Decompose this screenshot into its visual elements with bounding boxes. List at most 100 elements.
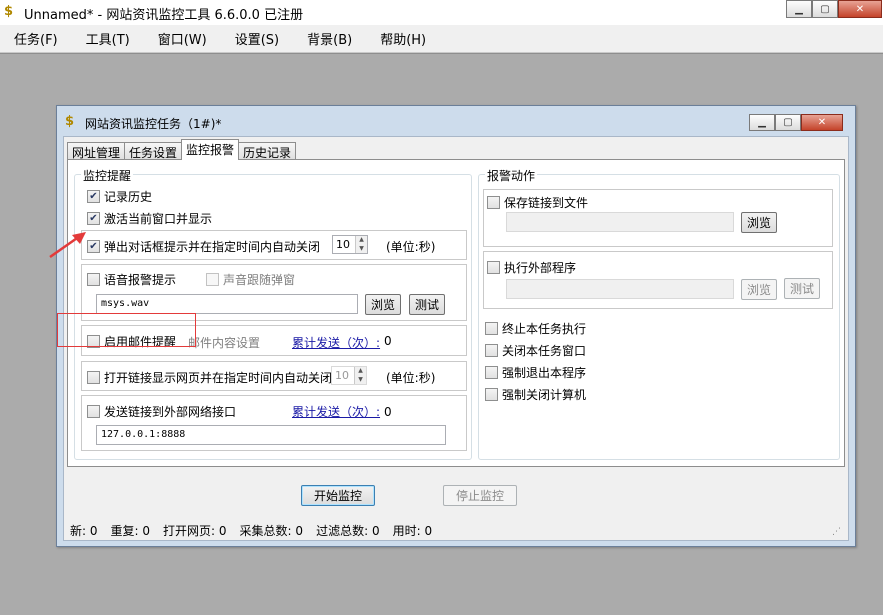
- minimize-icon[interactable]: ▁: [749, 114, 775, 131]
- chevron-up-icon[interactable]: ▲: [355, 367, 366, 376]
- browse-save-path-button[interactable]: 浏览: [741, 212, 777, 233]
- checkbox[interactable]: [87, 273, 100, 286]
- menu-settings[interactable]: 设置(S): [231, 27, 283, 50]
- option-label: 强制关闭计算机: [502, 388, 587, 402]
- test-sound-button[interactable]: 测试: [409, 294, 445, 315]
- checkbox[interactable]: [485, 388, 498, 401]
- checkbox[interactable]: ✔: [87, 212, 100, 225]
- option-label: 关闭本任务窗口: [502, 344, 587, 358]
- save-link-option[interactable]: 保存链接到文件: [487, 194, 588, 211]
- popup-panel: ✔ 弹出对话框提示并在指定时间内自动关闭 10 ▲ ▼ (单位:秒): [81, 230, 467, 260]
- chevron-down-icon[interactable]: ▼: [356, 244, 367, 253]
- voice-alarm-option[interactable]: 语音报警提示: [87, 271, 176, 288]
- option-label: 打开链接显示网页并在指定时间内自动关闭: [104, 371, 333, 385]
- tab-monitor-alarm[interactable]: 监控报警: [181, 139, 240, 160]
- exit-program-option[interactable]: 强制退出本程序: [485, 364, 586, 381]
- close-icon[interactable]: ✕: [801, 114, 843, 131]
- menu-help[interactable]: 帮助(H): [376, 27, 430, 50]
- annotation-arrow-icon: [49, 232, 86, 259]
- maximize-icon[interactable]: ▢: [812, 0, 838, 18]
- app-titlebar: $ Unnamed* - 网站资讯监控工具 6.6.0.0 已注册 ▁ ▢ ✕: [0, 0, 883, 25]
- checkbox[interactable]: ✔: [87, 190, 100, 203]
- stepper-arrows[interactable]: ▲ ▼: [355, 236, 367, 253]
- minimize-icon[interactable]: ▁: [786, 0, 812, 18]
- stepper-value[interactable]: 10: [332, 367, 354, 384]
- popup-option[interactable]: ✔ 弹出对话框提示并在指定时间内自动关闭: [87, 238, 320, 255]
- status-filtered-total: 过滤总数: 0: [316, 523, 380, 538]
- group-label: 报警动作: [485, 167, 538, 184]
- open-link-option[interactable]: 打开链接显示网页并在指定时间内自动关闭: [87, 369, 332, 386]
- chevron-down-icon[interactable]: ▼: [355, 375, 366, 384]
- run-program-panel: 执行外部程序 浏览 测试: [483, 251, 833, 309]
- checkbox[interactable]: [206, 273, 219, 286]
- checkbox[interactable]: [487, 196, 500, 209]
- option-label: 强制退出本程序: [502, 366, 587, 380]
- program-path-input[interactable]: [506, 279, 734, 299]
- chevron-up-icon[interactable]: ▲: [356, 236, 367, 245]
- app-window-controls: ▁ ▢ ✕: [786, 0, 882, 18]
- dialog-title: 网站资讯监控任务（1#)*: [85, 117, 222, 131]
- sound-file-input[interactable]: msys.wav: [96, 294, 358, 314]
- status-bar: 新: 0 重复: 0 打开网页: 0 采集总数: 0 过滤总数: 0 用时: 0…: [67, 521, 845, 539]
- open-link-seconds-stepper[interactable]: 10 ▲ ▼: [331, 366, 367, 385]
- option-label: 弹出对话框提示并在指定时间内自动关闭: [104, 240, 321, 254]
- checkbox[interactable]: [487, 261, 500, 274]
- email-sent-count-link[interactable]: 累计发送（次）:: [292, 334, 380, 351]
- send-link-option[interactable]: 发送链接到外部网络接口: [87, 403, 236, 420]
- dollar-icon: $: [65, 114, 75, 129]
- shutdown-option[interactable]: 强制关闭计算机: [485, 386, 586, 403]
- start-monitor-button[interactable]: 开始监控: [301, 485, 375, 506]
- menu-task[interactable]: 任务(F): [10, 27, 62, 50]
- record-history-option[interactable]: ✔ 记录历史: [87, 188, 152, 205]
- email-content-settings-link[interactable]: 邮件内容设置: [188, 334, 260, 351]
- menu-tools[interactable]: 工具(T): [82, 27, 134, 50]
- dialog-titlebar[interactable]: $ 网站资讯监控任务（1#)* ▁ ▢ ✕: [57, 106, 855, 136]
- save-path-input[interactable]: [506, 212, 734, 232]
- sound-follow-popup-option[interactable]: 声音跟随弹窗: [206, 271, 295, 288]
- send-link-count-link[interactable]: 累计发送（次）:: [292, 403, 380, 420]
- activate-window-option[interactable]: ✔ 激活当前窗口并显示: [87, 210, 212, 227]
- checkbox[interactable]: [485, 344, 498, 357]
- checkbox[interactable]: ✔: [87, 240, 100, 253]
- unit-label: (单位:秒): [386, 240, 436, 254]
- tab-url-management[interactable]: 网址管理: [67, 142, 126, 160]
- checkbox[interactable]: [485, 322, 498, 335]
- restore-icon[interactable]: ▢: [775, 114, 801, 131]
- popup-seconds-stepper[interactable]: 10 ▲ ▼: [332, 235, 368, 254]
- unit-label: (单位:秒): [386, 371, 436, 385]
- endpoint-input[interactable]: 127.0.0.1:8888: [96, 425, 446, 445]
- save-link-panel: 保存链接到文件 浏览: [483, 189, 833, 247]
- menu-window[interactable]: 窗口(W): [154, 27, 211, 50]
- browse-sound-button[interactable]: 浏览: [365, 294, 401, 315]
- browse-program-button[interactable]: 浏览: [741, 279, 777, 300]
- close-icon[interactable]: ✕: [838, 0, 882, 18]
- tab-history[interactable]: 历史记录: [238, 142, 297, 160]
- app-title: Unnamed* - 网站资讯监控工具 6.6.0.0 已注册: [24, 8, 304, 23]
- email-sent-count: 0: [384, 334, 392, 348]
- tab-task-settings[interactable]: 任务设置: [124, 142, 183, 160]
- tab-strip: 网址管理 任务设置 监控报警 历史记录: [67, 138, 297, 160]
- option-label: 执行外部程序: [504, 261, 577, 275]
- status-new: 新: 0: [70, 523, 98, 538]
- checkbox[interactable]: [87, 371, 100, 384]
- stop-monitor-button[interactable]: 停止监控: [443, 485, 517, 506]
- checkbox[interactable]: [485, 366, 498, 379]
- stepper-arrows[interactable]: ▲ ▼: [354, 367, 366, 384]
- status-elapsed: 用时: 0: [392, 523, 433, 538]
- menu-background[interactable]: 背景(B): [303, 27, 356, 50]
- run-program-option[interactable]: 执行外部程序: [487, 259, 576, 276]
- option-label: 终止本任务执行: [502, 322, 587, 336]
- stop-task-option[interactable]: 终止本任务执行: [485, 320, 586, 337]
- option-label: 记录历史: [104, 190, 153, 204]
- status-collected-total: 采集总数: 0: [239, 523, 304, 538]
- option-label: 激活当前窗口并显示: [104, 212, 213, 226]
- stepper-value[interactable]: 10: [333, 236, 355, 253]
- send-link-count: 0: [384, 405, 392, 419]
- resize-grip-icon[interactable]: ⋰: [832, 527, 841, 537]
- close-window-option[interactable]: 关闭本任务窗口: [485, 342, 586, 359]
- option-label: 保存链接到文件: [504, 196, 589, 210]
- option-label: 声音跟随弹窗: [223, 273, 296, 287]
- test-program-button[interactable]: 测试: [784, 278, 820, 299]
- open-link-panel: 打开链接显示网页并在指定时间内自动关闭 10 ▲ ▼ (单位:秒): [81, 361, 467, 391]
- checkbox[interactable]: [87, 405, 100, 418]
